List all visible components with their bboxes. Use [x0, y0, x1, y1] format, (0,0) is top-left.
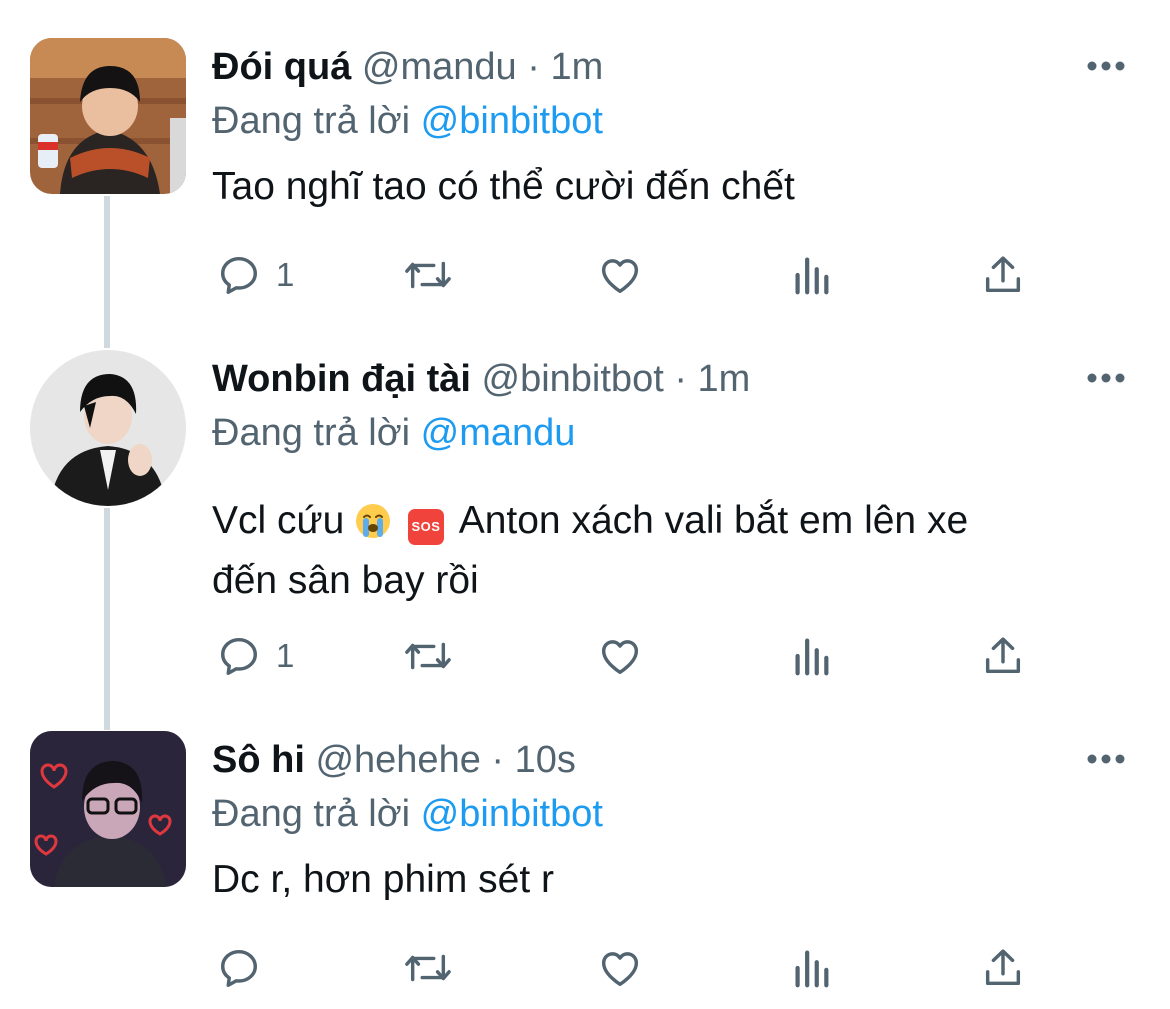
tweet-actions: 1: [212, 247, 1042, 303]
tweet-text-part: Anton xách vali bắt em lên xe: [458, 499, 969, 542]
tweet-header: Wonbin đại tài @binbitbot · 1m: [212, 350, 1130, 408]
reply-icon: [220, 949, 258, 987]
retweet-icon: [405, 642, 451, 670]
retweet-button[interactable]: [402, 247, 454, 303]
reply-button[interactable]: [216, 940, 276, 996]
reply-count: 1: [276, 256, 295, 293]
replying-to: Đang trả lời @binbitbot: [212, 96, 1130, 146]
analytics-icon: [795, 257, 829, 295]
reply-icon: [220, 637, 258, 675]
heart-icon: [601, 259, 639, 294]
avatar-image: [30, 350, 186, 506]
like-button[interactable]: [596, 628, 644, 684]
share-icon: [985, 637, 1021, 674]
separator-dot: ·: [674, 358, 687, 400]
reply-button[interactable]: 1: [216, 628, 294, 684]
retweet-icon: [405, 261, 451, 289]
replying-to: Đang trả lời @mandu: [212, 408, 1130, 458]
avatar[interactable]: [30, 731, 186, 887]
tweet-actions: 1: [212, 628, 1042, 684]
share-icon: [985, 949, 1021, 986]
replying-prefix: Đang trả lời: [212, 412, 411, 454]
views-button[interactable]: [790, 247, 832, 303]
tweet-text: Tao nghĩ tao có thể cười đến chết: [212, 165, 795, 208]
avatar-image: [30, 731, 186, 887]
replying-to-mention[interactable]: @mandu: [421, 412, 576, 454]
like-button[interactable]: [596, 940, 644, 996]
share-button[interactable]: [980, 628, 1026, 684]
more-icon: [1087, 61, 1125, 71]
more-button[interactable]: [1086, 749, 1126, 769]
tweet-text-line-1: Vcl cứu SOS Anton xách vali bắt em lên x…: [212, 494, 1130, 554]
views-button[interactable]: [790, 628, 832, 684]
reply-count: 1: [276, 637, 295, 674]
avatar-image: [30, 38, 186, 194]
more-button[interactable]: [1086, 56, 1126, 76]
sos-icon: SOS: [408, 509, 444, 545]
user-handle[interactable]: @mandu: [362, 46, 517, 88]
replying-to-mention[interactable]: @binbitbot: [421, 793, 603, 835]
replying-to: Đang trả lời @binbitbot: [212, 789, 1130, 839]
timestamp[interactable]: 10s: [515, 739, 576, 781]
replying-prefix: Đang trả lời: [212, 793, 411, 835]
analytics-icon: [795, 950, 829, 988]
heart-icon: [601, 640, 639, 675]
analytics-icon: [795, 638, 829, 676]
more-icon: [1087, 754, 1125, 764]
reply-icon: [220, 256, 258, 294]
display-name[interactable]: Sô hi: [212, 739, 305, 781]
display-name[interactable]: Wonbin đại tài: [212, 358, 471, 400]
share-button[interactable]: [980, 247, 1026, 303]
tweet-text: Vcl cứu SOS Anton xách vali bắt em lên x…: [212, 494, 1130, 608]
user-handle[interactable]: @hehehe: [315, 739, 480, 781]
more-icon: [1087, 373, 1125, 383]
timestamp[interactable]: 1m: [550, 46, 603, 88]
tweet-header: Sô hi @hehehe · 10s: [212, 731, 1130, 789]
like-button[interactable]: [596, 247, 644, 303]
tweet-actions: [212, 940, 1042, 996]
retweet-button[interactable]: [402, 940, 454, 996]
avatar[interactable]: [30, 38, 186, 194]
views-button[interactable]: [790, 940, 832, 996]
tweet-header: Đói quá @mandu · 1m: [212, 38, 1130, 96]
share-icon: [985, 256, 1021, 293]
separator-dot: ·: [527, 46, 540, 88]
display-name[interactable]: Đói quá: [212, 46, 351, 88]
share-button[interactable]: [980, 940, 1026, 996]
retweet-icon: [405, 954, 451, 982]
user-handle[interactable]: @binbitbot: [482, 358, 664, 400]
tweet-text: Dc r, hơn phim sét r: [212, 858, 555, 901]
separator-dot: ·: [491, 739, 505, 781]
retweet-button[interactable]: [402, 628, 454, 684]
replying-prefix: Đang trả lời: [212, 100, 411, 142]
crying-face-icon: [355, 500, 391, 554]
tweet-text-line-2: đến sân bay rồi: [212, 559, 479, 602]
avatar[interactable]: [30, 350, 186, 506]
timestamp[interactable]: 1m: [698, 358, 751, 400]
tweet-text-part: Vcl cứu: [212, 499, 345, 542]
heart-icon: [601, 952, 639, 987]
replying-to-mention[interactable]: @binbitbot: [421, 100, 603, 142]
more-button[interactable]: [1086, 368, 1126, 388]
reply-button[interactable]: 1: [216, 247, 294, 303]
